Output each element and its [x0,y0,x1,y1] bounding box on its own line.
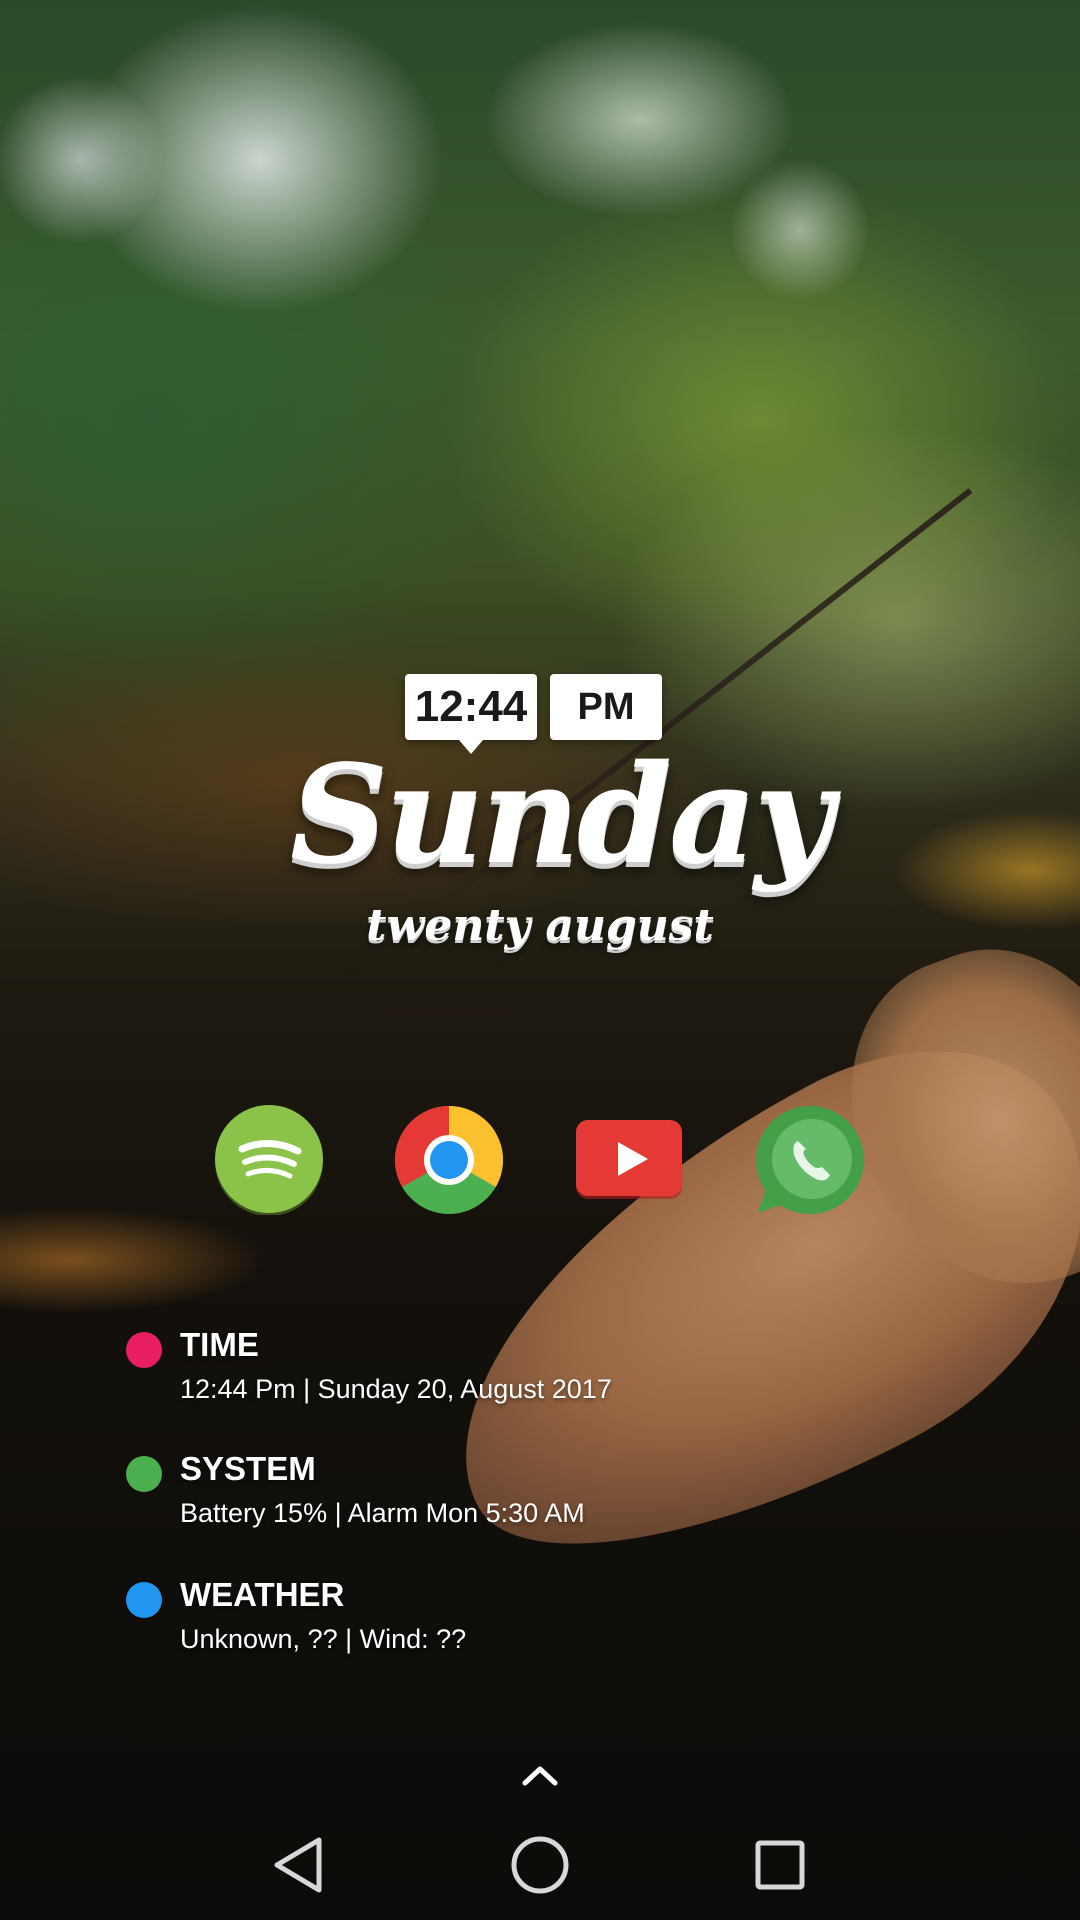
info-weather-detail: Unknown, ?? | Wind: ?? [180,1624,467,1654]
info-system-detail: Battery 15% | Alarm Mon 5:30 AM [180,1498,585,1528]
day-name: Sunday [290,735,833,895]
home-circle-icon[interactable] [505,1830,575,1900]
spotify-icon[interactable] [214,1105,324,1215]
chevron-up-icon[interactable] [515,1755,565,1795]
date-words: twenty august [366,900,714,951]
wallpaper [0,0,1080,1920]
back-triangle-icon[interactable] [265,1830,335,1900]
navigation-bar [0,1800,1080,1920]
system-dot [126,1456,162,1492]
info-time-detail: 12:44 Pm | Sunday 20, August 2017 [180,1374,612,1404]
clock-ampm[interactable]: PM [550,674,662,740]
recents-square-icon[interactable] [745,1830,815,1900]
info-time-title: TIME [180,1326,259,1363]
time-dot [126,1332,162,1368]
info-weather-title: WEATHER [180,1576,345,1613]
clock-time[interactable]: 12:44 [405,674,537,754]
youtube-icon[interactable] [574,1105,684,1215]
phone-icon[interactable] [754,1105,864,1215]
info-system-title: SYSTEM [180,1450,316,1487]
weather-dot [126,1582,162,1618]
chrome-icon[interactable] [394,1105,504,1215]
